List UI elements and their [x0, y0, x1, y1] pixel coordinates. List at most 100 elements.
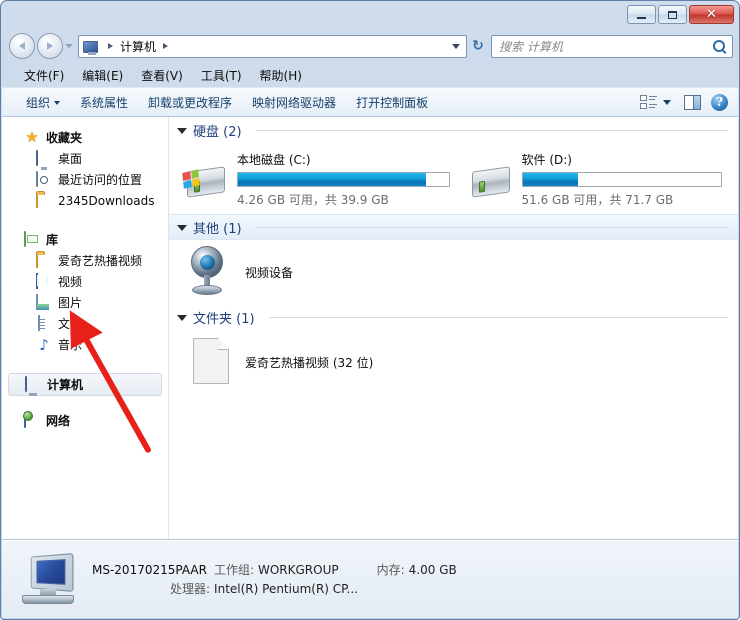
- help-icon[interactable]: ?: [711, 93, 728, 111]
- refresh-button[interactable]: ↻: [467, 35, 489, 58]
- close-icon: ✕: [706, 7, 717, 22]
- sidebar-item-documents[interactable]: 文档: [2, 313, 168, 334]
- processor-label: 处理器:: [170, 581, 211, 596]
- system-properties-button[interactable]: 系统属性: [70, 91, 138, 114]
- drive-tiles: 本地磁盘 (C:) 4.26 GB 可用，共 39.9 GB 软件 (D:) 5…: [169, 143, 738, 214]
- sidebar-item-label: 2345Downloads: [58, 193, 155, 208]
- sidebar-item-favorites[interactable]: ★ 收藏夹: [2, 127, 168, 148]
- drive-usage-bar: [521, 172, 722, 187]
- uninstall-change-program-button[interactable]: 卸载或更改程序: [138, 91, 242, 114]
- chevron-down-icon: [452, 43, 460, 49]
- sidebar-item-label: 文档: [58, 317, 83, 331]
- music-icon: ♪: [39, 335, 49, 354]
- drive-tile-c[interactable]: 本地磁盘 (C:) 4.26 GB 可用，共 39.9 GB: [169, 151, 454, 208]
- sidebar-item-label: 音乐: [58, 338, 83, 352]
- address-bar[interactable]: 计算机: [78, 34, 467, 58]
- forward-button[interactable]: [37, 33, 63, 59]
- sidebar-item-network[interactable]: 网络: [2, 410, 168, 431]
- menu-view[interactable]: 查看(V): [132, 66, 192, 86]
- group-divider: [255, 129, 728, 131]
- group-header[interactable]: 其他 (1): [169, 214, 738, 240]
- computer-icon: [83, 38, 99, 55]
- maximize-icon: [668, 10, 677, 19]
- sidebar-item-music[interactable]: ♪ 音乐: [2, 334, 168, 355]
- address-dropdown-button[interactable]: [448, 36, 464, 57]
- navigation-pane: ★ 收藏夹 桌面 最近访问的位置 2345Downloads 库 爱奇艺热播视频…: [2, 117, 169, 539]
- menu-file[interactable]: 文件(F): [15, 66, 73, 86]
- window-body: ★ 收藏夹 桌面 最近访问的位置 2345Downloads 库 爱奇艺热播视频…: [2, 117, 738, 540]
- minimize-button[interactable]: [627, 5, 656, 24]
- group-divider: [255, 226, 728, 228]
- group-header[interactable]: 硬盘 (2): [169, 117, 738, 143]
- back-button[interactable]: [9, 33, 35, 59]
- computer-name: MS-20170215PAAR: [92, 562, 207, 577]
- sidebar-item-libraries[interactable]: 库: [2, 229, 168, 250]
- view-dropdown-button[interactable]: [660, 94, 674, 110]
- close-button[interactable]: ✕: [689, 5, 734, 24]
- group-others: 其他 (1) 视频设备: [169, 214, 738, 304]
- sidebar-item-desktop[interactable]: 桌面: [2, 148, 168, 169]
- back-arrow-icon: [19, 42, 25, 50]
- item-video-device[interactable]: 视频设备: [169, 240, 738, 304]
- drive-tile-d[interactable]: 软件 (D:) 51.6 GB 可用，共 71.7 GB: [454, 151, 739, 208]
- status-text: MS-20170215PAAR 工作组: WORKGROUP 内存: 4.00 …: [88, 561, 728, 599]
- document-icon: [36, 314, 52, 332]
- breadcrumb-separator-icon: [108, 43, 113, 49]
- collapse-arrow-icon[interactable]: [177, 315, 187, 321]
- collapse-arrow-icon[interactable]: [177, 225, 187, 231]
- explorer-window: ✕ 计算机 ↻ 搜索 计算机 文件(F) 编辑(E) 查看(V) 工具(T) 帮…: [0, 0, 740, 620]
- sidebar-item-label: 网络: [46, 414, 71, 428]
- group-title: 其他 (1): [193, 221, 242, 237]
- sidebar-item-videos[interactable]: 视频: [2, 271, 168, 292]
- drive-free-space: 51.6 GB 可用，共 71.7 GB: [521, 193, 674, 207]
- change-view-icon[interactable]: [640, 94, 658, 110]
- chevron-down-icon: [54, 101, 61, 105]
- sidebar-item-computer[interactable]: 计算机: [8, 373, 162, 396]
- sidebar-item-pictures[interactable]: 图片: [2, 292, 168, 313]
- status-line-1: MS-20170215PAAR 工作组: WORKGROUP 内存: 4.00 …: [92, 561, 728, 580]
- forward-arrow-icon: [47, 42, 53, 50]
- maximize-button[interactable]: [658, 5, 687, 24]
- group-header[interactable]: 文件夹 (1): [169, 304, 738, 330]
- collapse-arrow-icon[interactable]: [177, 128, 187, 134]
- sidebar-item-label: 桌面: [58, 152, 83, 166]
- search-icon: [713, 40, 725, 52]
- sidebar-item-label: 收藏夹: [46, 131, 83, 145]
- group-divider: [268, 316, 728, 318]
- sidebar-item-iqiyi-videos[interactable]: 爱奇艺热播视频: [2, 250, 168, 271]
- drive-usage-bar: [237, 172, 450, 187]
- item-label: 爱奇艺热播视频 (32 位): [245, 355, 374, 370]
- open-control-panel-button[interactable]: 打开控制面板: [346, 91, 438, 114]
- sidebar-item-2345downloads[interactable]: 2345Downloads: [2, 190, 168, 211]
- drive-icon: [468, 163, 516, 205]
- refresh-icon: ↻: [472, 38, 484, 54]
- menu-help[interactable]: 帮助(H): [251, 66, 311, 86]
- command-bar-right: ?: [640, 93, 732, 111]
- breadcrumb-computer[interactable]: 计算机: [120, 38, 156, 55]
- minimize-icon: [637, 16, 646, 19]
- item-iqiyi-folder[interactable]: 爱奇艺热播视频 (32 位): [169, 330, 738, 394]
- workgroup-value: WORKGROUP: [257, 562, 339, 577]
- search-input[interactable]: 搜索 计算机: [491, 34, 733, 58]
- library-icon: [24, 230, 40, 248]
- group-title: 文件夹 (1): [193, 311, 255, 327]
- recent-pages-button[interactable]: [63, 33, 75, 59]
- menu-tools[interactable]: 工具(T): [192, 66, 251, 86]
- show-preview-pane-icon[interactable]: [684, 94, 701, 110]
- recent-places-icon: [36, 170, 52, 188]
- desktop-icon: [36, 149, 52, 167]
- sidebar-item-recent-places[interactable]: 最近访问的位置: [2, 169, 168, 190]
- status-bar: MS-20170215PAAR 工作组: WORKGROUP 内存: 4.00 …: [2, 540, 738, 618]
- breadcrumb-separator-icon[interactable]: [163, 43, 169, 49]
- favorites-group: ★ 收藏夹 桌面 最近访问的位置 2345Downloads: [2, 127, 168, 211]
- item-label: 视频设备: [245, 265, 294, 280]
- drive-free-space: 4.26 GB 可用，共 39.9 GB: [237, 193, 389, 207]
- processor-value: Intel(R) Pentium(R) CP...: [214, 581, 358, 596]
- organize-button[interactable]: 组织: [16, 91, 70, 114]
- menu-edit[interactable]: 编辑(E): [73, 66, 132, 86]
- map-network-drive-button[interactable]: 映射网络驱动器: [242, 91, 346, 114]
- group-folders: 文件夹 (1) 爱奇艺热播视频 (32 位): [169, 304, 738, 394]
